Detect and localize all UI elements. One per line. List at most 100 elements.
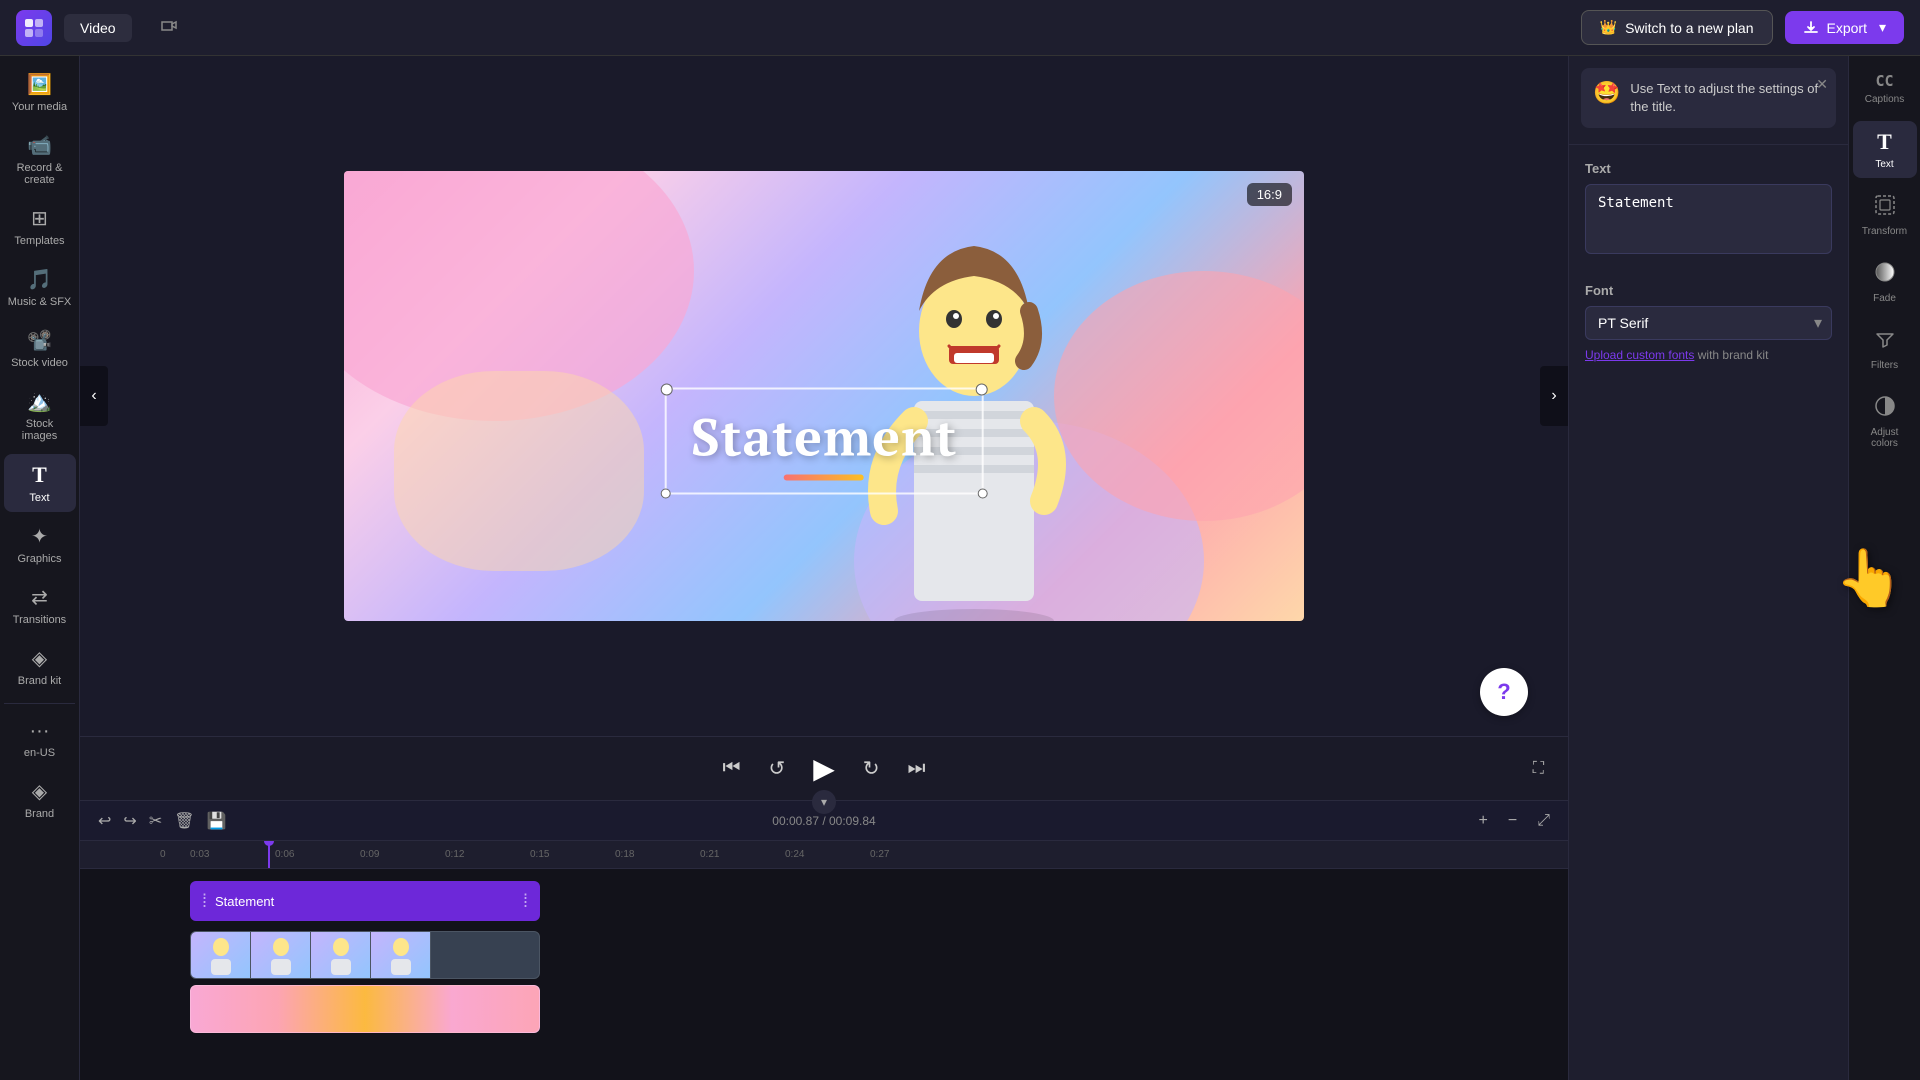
adjust-colors-panel-item[interactable]: Adjust colors xyxy=(1853,387,1917,457)
fast-forward-button[interactable]: ↻ xyxy=(859,752,884,785)
brand-kit-icon: ◈ xyxy=(32,646,47,671)
ruler-mark: 0:03 xyxy=(190,849,275,860)
sidebar-item-brand[interactable]: ◈ Brand xyxy=(4,771,76,828)
switch-plan-button[interactable]: 👑 Switch to a new plan xyxy=(1581,10,1773,45)
sidebar-item-feature[interactable]: ··· en-US xyxy=(4,712,76,767)
captions-panel-item[interactable]: CC Captions xyxy=(1853,64,1917,113)
graphics-icon: ✦ xyxy=(31,524,48,549)
templates-icon: ⊞ xyxy=(31,206,48,231)
font-select[interactable]: PT Serif Arial Roboto Georgia xyxy=(1585,306,1832,340)
timeline-delete-button[interactable]: 🗑 xyxy=(168,807,200,835)
video-thumb-1 xyxy=(191,932,251,978)
video-track-row xyxy=(80,931,1568,979)
ruler-mark: 0:24 xyxy=(785,849,870,860)
timeline-expand-button[interactable]: ⤢ xyxy=(1531,808,1556,834)
sidebar-item-label: Text xyxy=(29,492,49,504)
canvas-nav-right[interactable]: › xyxy=(1540,366,1568,426)
transform-panel-item[interactable]: Transform xyxy=(1853,186,1917,245)
tooltip-close-button[interactable]: ✕ xyxy=(1816,76,1828,93)
timeline-toolbar: ↩ ↪ ✂ 🗑 💾 00:00.87 / 00:09.84 + − ⤢ xyxy=(80,801,1568,841)
text-clip-label: Statement xyxy=(215,894,274,909)
timeline-zoom-out-button[interactable]: − xyxy=(1502,808,1523,834)
timeline-undo-button[interactable]: ↩ xyxy=(92,807,117,835)
video-track-clip[interactable] xyxy=(190,931,540,979)
switch-plan-label: Switch to a new plan xyxy=(1625,20,1753,36)
feature-icon: ··· xyxy=(30,720,50,743)
sidebar-item-stock-images[interactable]: 🏔️ Stock images xyxy=(4,381,76,450)
sidebar-item-label: Record &create xyxy=(17,162,63,186)
camera-tab[interactable] xyxy=(144,11,194,44)
fade-panel-item[interactable]: Fade xyxy=(1853,253,1917,312)
sidebar-item-label: Music & SFX xyxy=(8,296,72,308)
text-input[interactable] xyxy=(1585,184,1832,254)
sidebar-item-label: Stock images xyxy=(8,418,72,442)
your-media-icon: 🖼️ xyxy=(27,72,52,97)
center-area: ‹ xyxy=(80,56,1568,1080)
playhead[interactable] xyxy=(268,841,270,868)
sidebar-item-your-media[interactable]: 🖼️ Your media xyxy=(4,64,76,121)
export-chevron-icon: ▾ xyxy=(1879,19,1886,36)
sidebar-item-brand-kit[interactable]: ◈ Brand kit xyxy=(4,638,76,695)
fullscreen-button[interactable]: ⛶ xyxy=(1529,756,1548,782)
sidebar-item-label: Templates xyxy=(14,235,64,247)
ruler-mark: 0:06 xyxy=(275,849,360,860)
export-label: Export xyxy=(1827,20,1867,36)
video-tab[interactable]: Video xyxy=(64,14,132,42)
rewind-button[interactable]: ↺ xyxy=(764,752,789,785)
timeline-redo-button[interactable]: ↪ xyxy=(117,807,142,835)
ruler-mark: 0:18 xyxy=(615,849,700,860)
bg-track-content xyxy=(160,985,1568,1033)
sidebar-item-music-sfx[interactable]: 🎵 Music & SFX xyxy=(4,259,76,316)
adjust-colors-label: Adjust colors xyxy=(1857,427,1913,449)
text-section: Text xyxy=(1569,149,1848,271)
skip-to-start-button[interactable]: ⏮ xyxy=(718,753,744,784)
adjust-colors-icon xyxy=(1874,395,1896,423)
upload-custom-fonts-link[interactable]: Upload custom fonts xyxy=(1585,348,1694,362)
tooltip-text: Use Text to adjust the settings of the t… xyxy=(1630,80,1824,116)
ruler-mark: 0:15 xyxy=(530,849,615,860)
text-track-clip[interactable]: ⁞ Statement ⁞ xyxy=(190,881,540,921)
skip-to-end-button[interactable]: ⏭ xyxy=(904,753,930,784)
resize-handle-br[interactable] xyxy=(977,489,987,499)
text-track-content: ⁞ Statement ⁞ xyxy=(160,877,1568,925)
video-track-content xyxy=(160,931,1568,979)
timeline-save-button[interactable]: 💾 xyxy=(201,807,233,835)
ruler-mark: 0:21 xyxy=(700,849,785,860)
sidebar-item-record-create[interactable]: 📹 Record &create xyxy=(4,125,76,194)
playback-controls-inner: ⏮ ↺ ▶ ↻ ⏭ xyxy=(718,748,929,789)
music-sfx-icon: 🎵 xyxy=(27,267,52,292)
sidebar-item-graphics[interactable]: ✦ Graphics xyxy=(4,516,76,573)
stock-video-icon: 📽️ xyxy=(27,328,52,353)
crown-icon: 👑 xyxy=(1600,19,1617,36)
video-thumb-3 xyxy=(311,932,371,978)
sidebar-item-transitions[interactable]: ⇄ Transitions xyxy=(4,577,76,634)
transitions-icon: ⇄ xyxy=(31,585,48,610)
record-create-icon: 📹 xyxy=(27,133,52,158)
timeline-cut-button[interactable]: ✂ xyxy=(143,807,168,835)
captions-label: Captions xyxy=(1865,94,1904,105)
font-upload-row: Upload custom fonts with brand kit xyxy=(1585,348,1832,362)
resize-handle-bl[interactable] xyxy=(661,489,671,499)
ruler-mark: 0:12 xyxy=(445,849,530,860)
transform-icon xyxy=(1874,194,1896,222)
bg-track-clip[interactable] xyxy=(190,985,540,1033)
text-overlay[interactable]: Statement xyxy=(665,388,984,495)
filters-panel-item[interactable]: Filters xyxy=(1853,320,1917,379)
upload-link-suffix: with brand kit xyxy=(1698,348,1769,362)
topbar: Video 👑 Switch to a new plan Export ▾ xyxy=(0,0,1920,56)
text-underline xyxy=(784,475,864,481)
playhead-dot xyxy=(264,841,274,846)
sidebar-item-stock-video[interactable]: 📽️ Stock video xyxy=(4,320,76,377)
transform-label: Transform xyxy=(1862,226,1907,237)
text-panel-item[interactable]: T Text xyxy=(1853,121,1917,178)
sidebar-item-text[interactable]: T Text xyxy=(4,454,76,512)
timeline-zoom-in-button[interactable]: + xyxy=(1473,808,1494,834)
canvas-nav-left[interactable]: ‹ xyxy=(80,366,108,426)
video-thumb-4 xyxy=(371,932,431,978)
tooltip-emoji: 🤩 xyxy=(1593,80,1620,106)
sidebar-item-templates[interactable]: ⊞ Templates xyxy=(4,198,76,255)
help-button[interactable]: ? xyxy=(1480,668,1528,716)
bg-shape-4 xyxy=(394,371,644,571)
export-button[interactable]: Export ▾ xyxy=(1785,11,1905,44)
play-pause-button[interactable]: ▶ xyxy=(809,748,839,789)
